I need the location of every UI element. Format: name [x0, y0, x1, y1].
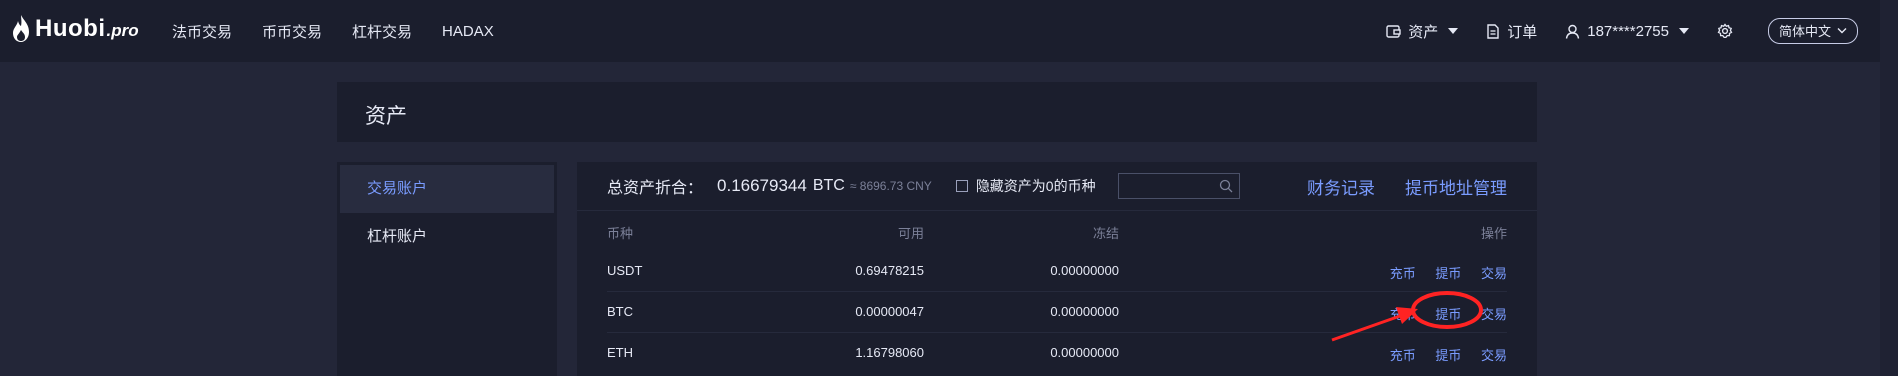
huobi-logo[interactable]: Huobi .pro	[10, 14, 139, 44]
assets-label: 资产	[1408, 23, 1439, 41]
caret-down-icon	[1448, 28, 1459, 34]
header-available: 可用	[897, 226, 924, 241]
account-sidebar: 交易账户 杠杆账户	[337, 162, 557, 376]
header-coin: 币种	[607, 226, 634, 241]
withdraw-button[interactable]: 提币	[1435, 266, 1461, 281]
wallet-icon	[1386, 24, 1401, 38]
language-label: 简体中文	[1778, 24, 1831, 39]
language-switcher[interactable]: 简体中文	[1767, 18, 1858, 44]
assets-menu[interactable]: 资产	[1386, 21, 1459, 42]
asset-links: 财务记录 提币地址管理	[1277, 162, 1507, 210]
frozen-balance: 0.00000000	[1050, 345, 1119, 360]
table-row: USDT 0.69478215 0.00000000 充币 提币 交易	[577, 250, 1537, 291]
total-cny-value: ≈ 8696.73 CNY	[849, 179, 932, 193]
settings-button[interactable]	[1717, 23, 1740, 39]
frozen-balance: 0.00000000	[1050, 304, 1119, 319]
scrollbar[interactable]	[1880, 0, 1898, 376]
page-title: 资产	[365, 105, 407, 128]
nav-hadax[interactable]: HADAX	[442, 23, 494, 40]
hide-zero-toggle[interactable]: 隐藏资产为0的币种	[955, 176, 1096, 196]
row-actions: 充币 提币 交易	[1374, 345, 1507, 364]
assets-panel: 总资产折合： 0.16679344 BTC ≈ 8696.73 CNY 隐藏资产…	[577, 162, 1537, 376]
chevron-down-icon	[1837, 28, 1847, 34]
orders-label: 订单	[1507, 23, 1538, 41]
deposit-button[interactable]: 充币	[1390, 348, 1416, 363]
table-header: 币种 可用 冻结 操作	[577, 210, 1537, 250]
orders-link[interactable]: 订单	[1486, 21, 1537, 42]
flame-icon	[13, 15, 29, 42]
withdraw-button[interactable]: 提币	[1435, 307, 1461, 322]
coin-name: ETH	[607, 345, 633, 360]
coin-name: BTC	[607, 304, 633, 319]
brand-suffix: .pro	[106, 21, 139, 40]
table-row: ETH 1.16798060 0.00000000 充币 提币 交易	[577, 332, 1537, 373]
row-actions: 充币 提币 交易	[1374, 304, 1507, 323]
coin-search[interactable]	[1117, 173, 1240, 200]
withdraw-button[interactable]: 提币	[1435, 348, 1461, 363]
coin-search-input[interactable]	[1118, 174, 1223, 200]
search-icon[interactable]	[1219, 179, 1233, 193]
deposit-button[interactable]: 充币	[1390, 266, 1416, 281]
trade-button[interactable]: 交易	[1481, 348, 1507, 363]
nav-coin-trading[interactable]: 币币交易	[262, 21, 322, 42]
page-header: 资产	[337, 82, 1537, 142]
coin-name: USDT	[607, 263, 643, 278]
finance-records-link[interactable]: 财务记录	[1307, 174, 1375, 199]
asset-summary: 总资产折合： 0.16679344 BTC ≈ 8696.73 CNY 隐藏资产…	[607, 162, 1240, 210]
nav-margin-trading[interactable]: 杠杆交易	[352, 21, 412, 42]
trade-button[interactable]: 交易	[1481, 307, 1507, 322]
total-btc-value: 0.16679344	[717, 176, 807, 195]
header-frozen: 冻结	[1092, 226, 1119, 241]
nav-fiat-trading[interactable]: 法币交易	[172, 21, 232, 42]
frozen-balance: 0.00000000	[1050, 263, 1119, 278]
brand-name: Huobi	[35, 15, 106, 42]
table-row: BTC 0.00000047 0.00000000 充币 提币 交易	[577, 291, 1537, 332]
document-icon	[1487, 23, 1499, 39]
btc-unit: BTC	[812, 177, 845, 194]
main-nav: 法币交易 币币交易 杠杆交易 HADAX	[172, 0, 524, 62]
hide-zero-checkbox[interactable]	[955, 180, 968, 192]
available-balance: 0.00000047	[855, 304, 924, 319]
available-balance: 1.16798060	[855, 345, 924, 360]
hide-zero-label: 隐藏资产为0的币种	[975, 178, 1096, 194]
row-actions: 充币 提币 交易	[1374, 263, 1507, 282]
caret-down-icon	[1678, 28, 1689, 34]
gear-icon	[1717, 23, 1733, 39]
sidebar-item-trading-account[interactable]: 交易账户	[340, 165, 554, 213]
user-icon	[1566, 24, 1580, 39]
available-balance: 0.69478215	[855, 263, 924, 278]
trade-button[interactable]: 交易	[1481, 266, 1507, 281]
header-operations: 操作	[1480, 226, 1507, 241]
sidebar-item-margin-account[interactable]: 杠杆账户	[337, 213, 557, 261]
total-assets-label: 总资产折合：	[607, 180, 704, 197]
withdraw-address-link[interactable]: 提币地址管理	[1405, 174, 1507, 199]
account-label: 187****2755	[1587, 22, 1669, 40]
user-nav: 资产 订单 187****2755 简体中文	[1358, 0, 1858, 62]
account-menu[interactable]: 187****2755	[1565, 23, 1689, 40]
deposit-button[interactable]: 充币	[1390, 307, 1416, 322]
top-navbar: Huobi .pro 法币交易 币币交易 杠杆交易 HADAX 资产 订单 18…	[0, 0, 1898, 62]
